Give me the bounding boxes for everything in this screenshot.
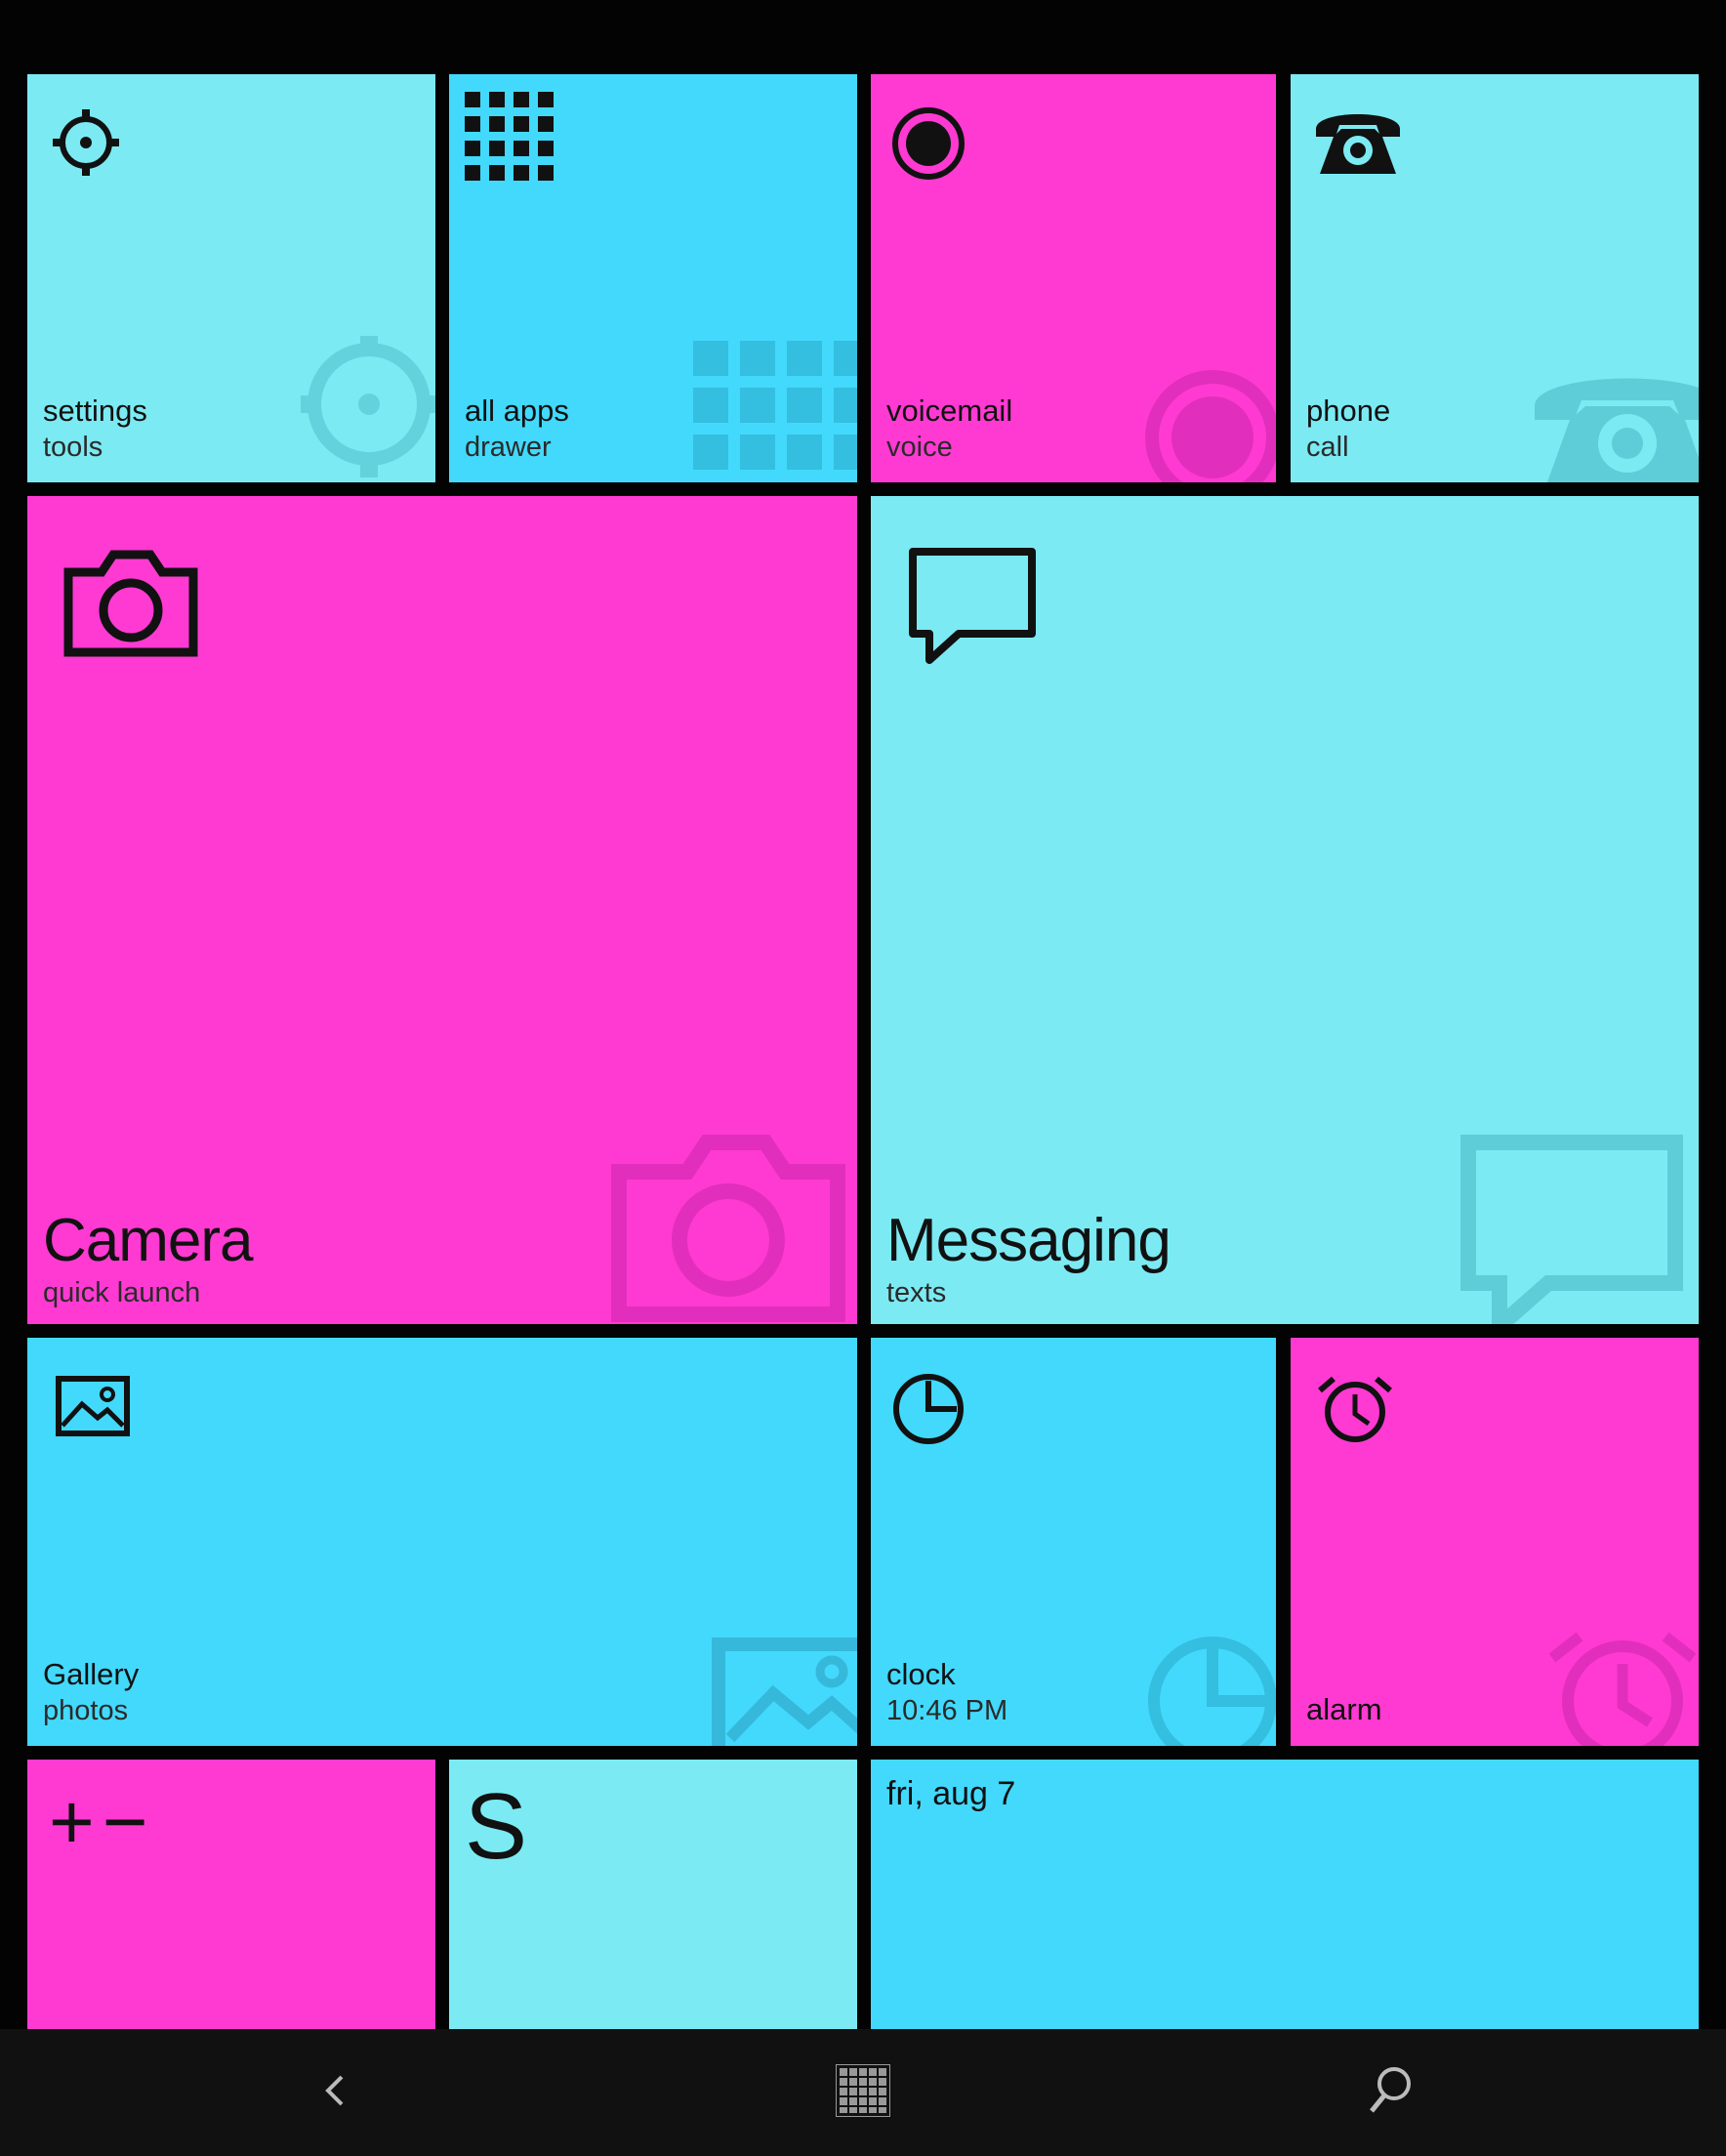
gear-icon [47, 104, 125, 187]
navigation-bar [0, 2029, 1726, 2156]
voicemail-icon [1144, 369, 1276, 482]
phone-tile[interactable]: phone call [1291, 74, 1699, 482]
app-grid-icon [465, 92, 555, 187]
clock-title: clock [886, 1657, 956, 1691]
calculator-glyph: +− [49, 1778, 156, 1865]
home-button[interactable] [765, 2029, 961, 2156]
calendar-date: fri, aug 7 [886, 1775, 1016, 1812]
skype-glyph: S [465, 1774, 528, 1879]
camera-title: Camera [43, 1207, 254, 1274]
calendar-tile[interactable]: fri, aug 7 [871, 1760, 1699, 2029]
clock-time: 10:46 PM [886, 1695, 1008, 1726]
camera-subtitle: quick launch [43, 1277, 201, 1308]
back-chevron-icon [320, 2071, 349, 2115]
search-icon [1367, 2064, 1416, 2122]
search-button[interactable] [1294, 2029, 1489, 2156]
gallery-tile[interactable]: Gallery photos [27, 1338, 857, 1746]
voicemail-title: voicemail [886, 394, 1013, 428]
alarm-clock-icon [1316, 1373, 1394, 1450]
message-icon [908, 547, 1037, 679]
alarm-tile[interactable]: alarm [1291, 1338, 1699, 1746]
voicemail-icon [890, 105, 966, 187]
camera-icon [611, 1131, 845, 1324]
app-grid-icon [693, 341, 857, 482]
skype-tile[interactable]: S [449, 1760, 857, 2029]
phone-title: phone [1306, 394, 1391, 428]
gallery-title: Gallery [43, 1657, 140, 1691]
calculator-tile[interactable]: +− [27, 1760, 435, 2029]
alarm-title: alarm [1306, 1692, 1382, 1726]
settings-tile[interactable]: settings tools [27, 74, 435, 482]
settings-subtitle: tools [43, 432, 103, 463]
app-grid-icon [835, 2062, 891, 2122]
gallery-subtitle: photos [43, 1695, 129, 1726]
all-apps-title: all apps [465, 394, 569, 428]
phone-subtitle: call [1306, 432, 1349, 463]
messaging-title: Messaging [886, 1207, 1171, 1274]
settings-title: settings [43, 394, 147, 428]
clock-icon [1144, 1633, 1276, 1746]
clock-tile[interactable]: clock 10:46 PM [871, 1338, 1276, 1746]
camera-tile[interactable]: Camera quick launch [27, 496, 857, 1324]
clock-icon [890, 1371, 966, 1452]
messaging-tile[interactable]: Messaging texts [871, 496, 1699, 1324]
message-icon [1460, 1135, 1685, 1324]
voicemail-subtitle: voice [886, 432, 953, 463]
gear-icon [301, 336, 435, 482]
picture-icon [711, 1637, 857, 1746]
picture-icon [55, 1375, 131, 1442]
alarm-clock-icon [1546, 1631, 1699, 1746]
all-apps-subtitle: drawer [465, 432, 552, 463]
camera-icon [62, 549, 199, 663]
back-button[interactable] [237, 2029, 432, 2156]
messaging-subtitle: texts [886, 1277, 947, 1308]
voicemail-tile[interactable]: voicemail voice [871, 74, 1276, 482]
all-apps-tile[interactable]: all apps drawer [449, 74, 857, 482]
phone-icon [1312, 102, 1404, 188]
phone-icon [1535, 363, 1699, 482]
